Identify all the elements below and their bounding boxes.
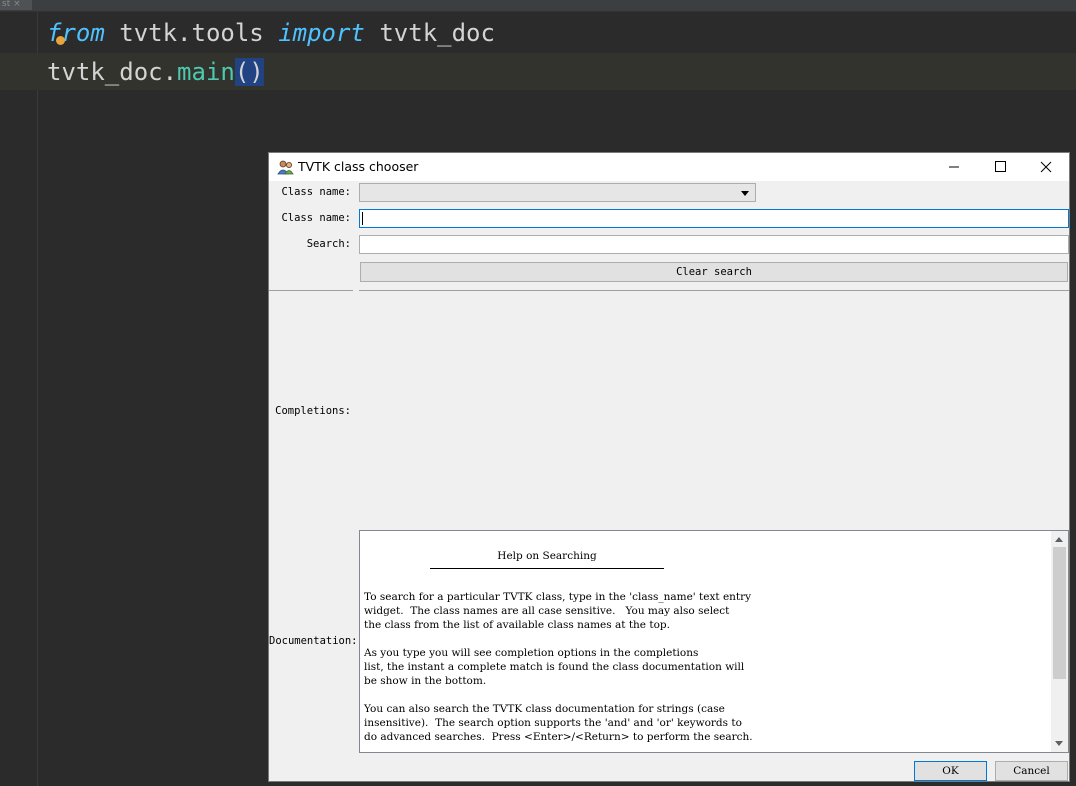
doc-heading-rule	[430, 568, 664, 569]
scroll-down-icon[interactable]	[1055, 741, 1063, 746]
title-bar[interactable]: TVTK class chooser	[269, 153, 1069, 181]
object-name: tvtk_doc.	[47, 58, 178, 86]
editor-gutter-divider	[37, 12, 38, 786]
doc-scrollbar[interactable]	[1051, 531, 1068, 752]
class-name-field-label: Class name:	[281, 212, 351, 224]
maximize-icon[interactable]	[977, 153, 1023, 181]
text-caret	[362, 212, 363, 225]
class-name-combo[interactable]	[359, 183, 756, 202]
tvtk-class-chooser-dialog: TVTK class chooser Class name: Class nam…	[268, 152, 1070, 782]
divider	[269, 290, 353, 291]
minimize-icon[interactable]	[931, 153, 977, 181]
search-label: Search:	[306, 238, 351, 250]
clear-search-button[interactable]: Clear search	[360, 262, 1068, 282]
module-name: tvtk.tools	[104, 19, 279, 47]
documentation-label: Documentation:	[269, 635, 358, 647]
call-parens: ()	[234, 58, 264, 86]
close-icon[interactable]	[1023, 153, 1069, 181]
keyword-import: import	[278, 19, 365, 47]
search-input[interactable]	[359, 235, 1069, 254]
imported-name: tvtk_doc	[364, 19, 495, 47]
doc-body: To search for a particular TVTK class, t…	[364, 591, 753, 743]
editor-tab[interactable]: st ×	[0, 0, 32, 10]
scroll-up-icon[interactable]	[1055, 537, 1063, 542]
editor-tab-strip: st ×	[0, 0, 1076, 12]
divider	[359, 290, 1069, 291]
method-name: main	[177, 58, 235, 86]
dialog-title: TVTK class chooser	[298, 159, 419, 174]
chevron-down-icon[interactable]	[741, 191, 749, 196]
scroll-thumb[interactable]	[1053, 547, 1066, 679]
code-line-2[interactable]: tvtk_doc.main()	[47, 53, 264, 91]
ok-button[interactable]: OK	[914, 761, 987, 781]
class-name-input[interactable]	[359, 209, 1069, 228]
code-line-1[interactable]: from tvtk.tools import tvtk_doc	[47, 14, 495, 52]
users-icon	[277, 160, 294, 175]
lightbulb-icon[interactable]	[56, 36, 65, 45]
completions-list[interactable]	[359, 292, 1069, 528]
class-name-combo-label: Class name:	[281, 186, 351, 198]
cancel-button[interactable]: Cancel	[995, 761, 1068, 781]
completions-label: Completions:	[275, 405, 351, 417]
documentation-pane[interactable]: Help on Searching To search for a partic…	[359, 530, 1069, 753]
doc-heading: Help on Searching	[497, 550, 597, 562]
